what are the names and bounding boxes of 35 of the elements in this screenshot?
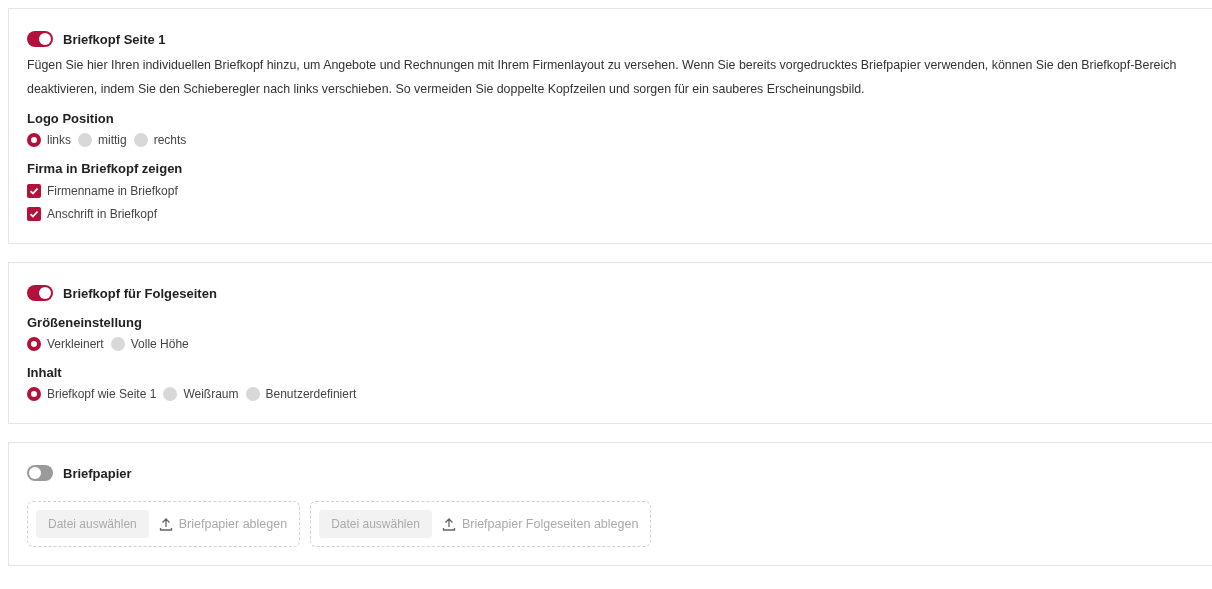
section-title: Briefpapier	[63, 465, 132, 481]
toggle-switch[interactable]	[27, 285, 53, 301]
option-label[interactable]: mittig	[98, 133, 127, 147]
radio-button[interactable]	[27, 387, 41, 401]
radio-button[interactable]	[245, 387, 260, 401]
option-label[interactable]: Volle Höhe	[130, 337, 189, 351]
group-label: Logo Position	[27, 110, 115, 128]
radio-button[interactable]	[78, 133, 92, 147]
checkbox[interactable]	[27, 206, 41, 221]
radio-button[interactable]	[27, 133, 41, 147]
option-label[interactable]: Benutzerdefiniert	[265, 387, 357, 401]
radio-button[interactable]	[110, 337, 125, 351]
option-label[interactable]: links	[47, 133, 71, 147]
option-label[interactable]: Weißraum	[183, 387, 239, 401]
upload-icon	[441, 517, 456, 531]
option-label[interactable]: Briefkopf wie Seite 1	[47, 387, 157, 401]
option-label[interactable]: rechts	[153, 133, 187, 147]
drop-hint: Briefpapier Folgeseiten ablegen	[461, 517, 639, 531]
checkbox[interactable]	[27, 183, 41, 198]
option-label[interactable]: Anschrift in Briefkopf	[47, 206, 158, 221]
toggle-switch[interactable]	[27, 31, 53, 47]
drop-hint: Briefpapier ablegen	[178, 517, 288, 531]
upload-icon	[158, 517, 173, 531]
section-title: Briefkopf für Folgeseiten	[63, 285, 217, 301]
radio-button[interactable]	[163, 387, 178, 401]
option-label[interactable]: Firmenname in Briefkopf	[47, 183, 178, 198]
radio-button[interactable]	[27, 337, 41, 351]
radio-button[interactable]	[133, 133, 148, 147]
section-title: Briefkopf Seite 1	[63, 31, 166, 47]
toggle-switch[interactable]	[27, 465, 53, 481]
description-text: Fügen Sie hier Ihren individuellen Briefkopf hinzu, um Angebote und Rechnungen mit Ihrem Firmenlayout zu versehen. Wenn Sie bereits vorgedrucktes Briefpapier verwenden, können Sie den Briefkopf-Bereich deaktivieren, indem Sie den Schieberegler nach links verschieben. So vermeiden Sie doppelte Kopfzeilen und sorgen für ein sauberes Erscheinungsbild.	[27, 57, 1178, 98]
option-label[interactable]: Verkleinert	[47, 337, 104, 351]
group-label: Größeneinstellung	[27, 314, 143, 332]
group-label: Inhalt	[27, 364, 63, 382]
group-label: Firma in Briefkopf zeigen	[27, 160, 184, 178]
